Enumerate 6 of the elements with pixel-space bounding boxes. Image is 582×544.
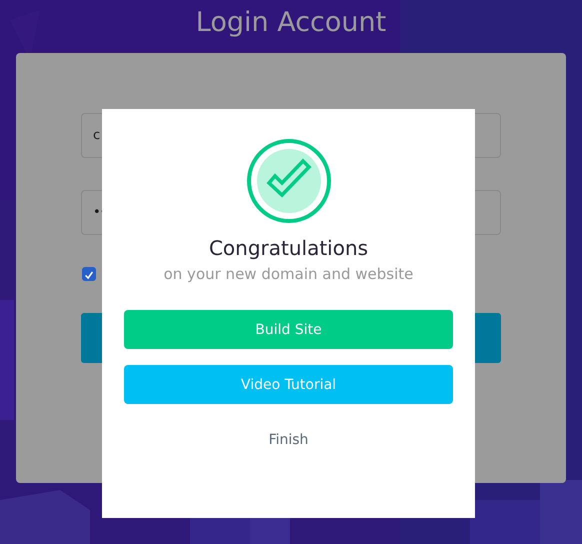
finish-link[interactable]: Finish <box>262 420 314 459</box>
page-title: Login Account <box>196 6 386 40</box>
dialog-subtitle: on your new domain and website <box>164 264 414 285</box>
dialog-button[interactable]: Build Site <box>124 310 453 349</box>
dialog-button[interactable]: Video Tutorial <box>124 365 453 404</box>
dialog-title: Congratulations <box>208 235 368 262</box>
